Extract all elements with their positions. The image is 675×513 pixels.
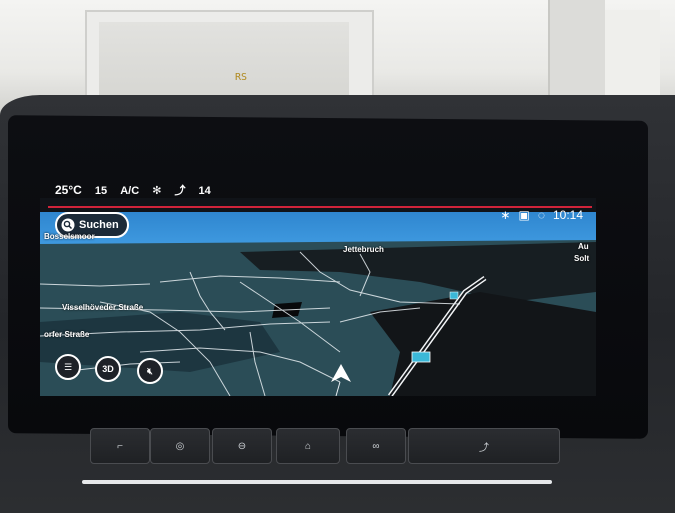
- seat-ventilation-button[interactable]: ⤴: [408, 428, 560, 464]
- view-mode-button[interactable]: 3D: [95, 356, 121, 382]
- ac-label[interactable]: A/C: [120, 185, 139, 197]
- wall-sign: RS: [235, 72, 248, 83]
- car-settings-icon: ⊖: [237, 440, 247, 452]
- seat-heat-level: 14: [198, 185, 211, 197]
- map-label-village-left: Bosselsmoor: [44, 232, 95, 241]
- home-button[interactable]: ⌂: [276, 428, 340, 464]
- seat-icon: ⌐: [117, 440, 123, 452]
- car-icon: ▣: [518, 208, 530, 222]
- system-status: ∗ ▣ ◌ 10:14: [500, 208, 583, 222]
- app-grid-button[interactable]: ∞: [346, 428, 406, 464]
- fan-level-display: 15: [94, 185, 108, 197]
- clock: 10:14: [552, 208, 583, 222]
- view-mode-label: 3D: [102, 364, 114, 374]
- mute-button[interactable]: 🔇︎: [137, 358, 163, 384]
- search-icon: [61, 218, 75, 232]
- steering-heat-icon: ◎: [175, 440, 185, 452]
- mute-icon: 🔇︎: [147, 365, 153, 376]
- fan-icon: ✻: [152, 185, 162, 197]
- position-arrow-icon: [331, 364, 351, 382]
- steering-heat-button[interactable]: ◎: [150, 428, 210, 464]
- window-frame: [85, 10, 374, 106]
- bluetooth-icon: ∗: [500, 208, 511, 222]
- seat-button[interactable]: ⌐: [90, 428, 150, 464]
- seat-ventilation-icon: ⤴: [479, 442, 489, 454]
- temperature-display[interactable]: 25°C: [55, 183, 82, 197]
- map-label-street-2: orfer Straße: [44, 330, 90, 339]
- menu-icon: ☰: [63, 361, 73, 372]
- car-settings-button[interactable]: ⊖: [212, 428, 272, 464]
- map-label-edge-1: Au: [578, 242, 589, 251]
- search-label: Suchen: [79, 219, 119, 231]
- signal-icon: ◌: [537, 208, 545, 222]
- seat-heating-icon: ⤴: [174, 185, 186, 197]
- ambient-light-bar: [82, 480, 552, 484]
- map-label-edge-2: Solt: [574, 254, 590, 263]
- climate-status-bar[interactable]: 25°C 15 A/C ✻ ⤴ 14: [55, 182, 221, 198]
- app-grid-icon: ∞: [372, 440, 380, 452]
- home-icon: ⌂: [304, 440, 312, 452]
- menu-button[interactable]: ☰: [55, 354, 81, 380]
- map-label-street-1: Visselhöveder Straße: [62, 303, 144, 312]
- map-label-village-top: Jettebruch: [343, 245, 384, 254]
